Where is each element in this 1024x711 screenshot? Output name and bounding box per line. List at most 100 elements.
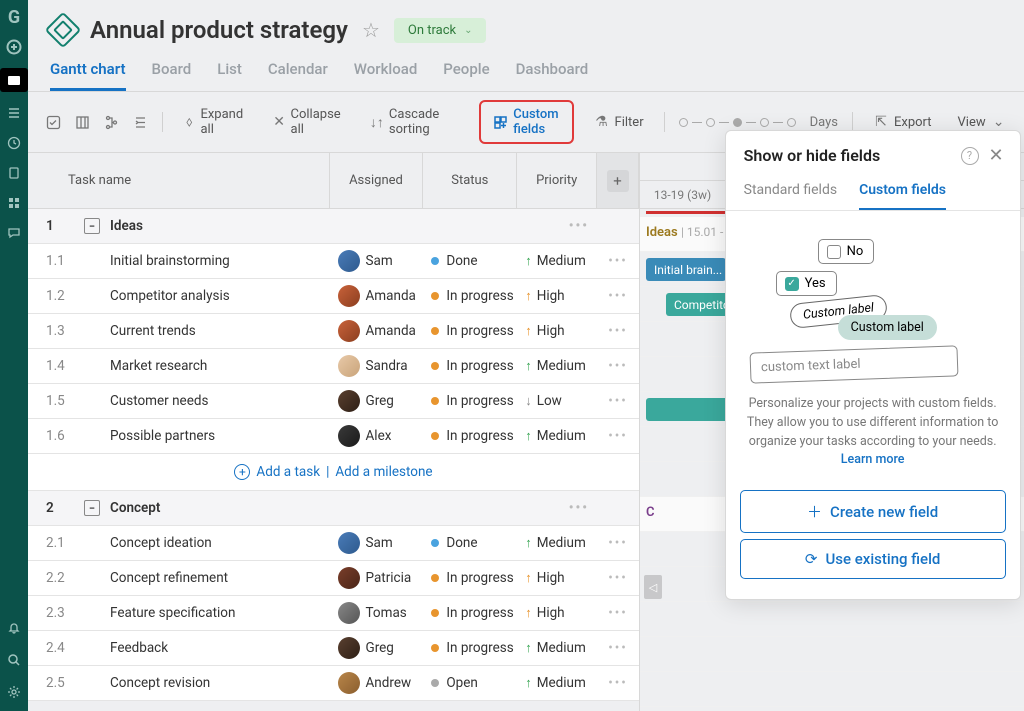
col-header-task[interactable]: Task name [28, 153, 330, 208]
status-cell[interactable]: Open [423, 675, 517, 691]
checkbox-icon[interactable] [46, 114, 61, 130]
priority-cell[interactable]: ↑Medium [517, 428, 597, 444]
row-menu-icon[interactable]: ••• [597, 428, 639, 444]
rail-bell-icon[interactable] [5, 619, 23, 637]
assigned-cell[interactable]: Amanda [330, 285, 424, 307]
status-cell[interactable]: In progress [423, 605, 517, 621]
row-menu-icon[interactable]: ••• [597, 323, 639, 339]
row-menu-icon[interactable]: ••• [597, 358, 639, 374]
rail-grid-icon[interactable] [5, 194, 23, 212]
task-row[interactable]: 1.5Customer needs Greg In progress ↓Low … [28, 384, 639, 419]
rail-chat-icon[interactable] [5, 224, 23, 242]
row-menu-icon[interactable]: ••• [597, 640, 639, 656]
priority-cell[interactable]: ↑Medium [517, 358, 597, 374]
star-icon[interactable]: ☆ [362, 18, 380, 42]
filter-button[interactable]: ⚗Filter [588, 110, 650, 134]
task-row[interactable]: 2.2Concept refinement Patricia In progre… [28, 561, 639, 596]
tab-custom-fields[interactable]: Custom fields [859, 176, 946, 210]
group-row[interactable]: 2−Concept••• [28, 491, 639, 526]
priority-cell[interactable]: ↓Low [517, 393, 597, 409]
rail-doc-icon[interactable] [5, 164, 23, 182]
assigned-cell[interactable]: Tomas [330, 602, 424, 624]
app-logo-icon[interactable]: G [5, 8, 23, 26]
collapse-icon[interactable]: − [84, 500, 100, 516]
assigned-cell[interactable]: Sandra [330, 355, 424, 377]
status-cell[interactable]: In progress [423, 640, 517, 656]
row-menu-icon[interactable]: ••• [597, 570, 639, 586]
row-menu-icon[interactable]: ••• [330, 500, 604, 516]
task-row[interactable]: 1.3Current trends Amanda In progress ↑Hi… [28, 314, 639, 349]
task-row[interactable]: 2.5Concept revision Andrew Open ↑Medium … [28, 666, 639, 701]
col-header-priority[interactable]: Priority [517, 153, 597, 208]
status-cell[interactable]: Done [423, 253, 517, 269]
assigned-cell[interactable]: Sam [330, 250, 424, 272]
status-cell[interactable]: In progress [423, 288, 517, 304]
task-row[interactable]: 1.2Competitor analysis Amanda In progres… [28, 279, 639, 314]
tab-workload[interactable]: Workload [354, 54, 418, 91]
task-row[interactable]: 2.3Feature specification Tomas In progre… [28, 596, 639, 631]
task-row[interactable]: 2.1Concept ideation Sam Done ↑Medium ••• [28, 526, 639, 561]
rail-list-icon[interactable] [5, 104, 23, 122]
indent-icon[interactable] [133, 114, 148, 130]
status-cell[interactable]: In progress [423, 428, 517, 444]
rail-settings-icon[interactable] [5, 683, 23, 701]
assigned-cell[interactable]: Sam [330, 532, 424, 554]
task-row[interactable]: 2.4Feedback Greg In progress ↑Medium ••• [28, 631, 639, 666]
status-cell[interactable]: In progress [423, 323, 517, 339]
row-menu-icon[interactable]: ••• [597, 393, 639, 409]
task-row[interactable]: 1.4Market research Sandra In progress ↑M… [28, 349, 639, 384]
project-status-pill[interactable]: On track ⌄ [394, 18, 487, 43]
expand-all-button[interactable]: ⬨Expand all [177, 103, 253, 141]
row-menu-icon[interactable]: ••• [597, 535, 639, 551]
assigned-cell[interactable]: Amanda [330, 320, 424, 342]
summary-bar[interactable] [646, 211, 736, 214]
task-row[interactable]: 1.6Possible partners Alex In progress ↑M… [28, 419, 639, 454]
rail-clock-icon[interactable] [5, 134, 23, 152]
tab-gantt[interactable]: Gantt chart [50, 54, 126, 91]
priority-cell[interactable]: ↑Medium [517, 535, 597, 551]
hierarchy-icon[interactable] [104, 114, 119, 130]
help-icon[interactable]: ? [961, 147, 979, 165]
assigned-cell[interactable]: Andrew [330, 672, 424, 694]
create-new-field-button[interactable]: ＋ Create new field [740, 490, 1006, 533]
row-menu-icon[interactable]: ••• [597, 253, 639, 269]
close-icon[interactable]: ✕ [989, 145, 1004, 166]
priority-cell[interactable]: ↑Medium [517, 675, 597, 691]
tab-standard-fields[interactable]: Standard fields [744, 176, 837, 210]
group-row[interactable]: 1−Ideas••• [28, 209, 639, 244]
row-menu-icon[interactable]: ••• [597, 288, 639, 304]
add-milestone-link[interactable]: Add a milestone [335, 464, 432, 480]
priority-cell[interactable]: ↑High [517, 570, 597, 586]
row-menu-icon[interactable]: ••• [597, 605, 639, 621]
rail-add-icon[interactable] [5, 38, 23, 56]
collapse-all-button[interactable]: ✕Collapse all [267, 103, 350, 141]
tab-board[interactable]: Board [152, 54, 192, 91]
status-cell[interactable]: Done [423, 535, 517, 551]
assigned-cell[interactable]: Greg [330, 637, 424, 659]
priority-cell[interactable]: ↑Medium [517, 253, 597, 269]
row-menu-icon[interactable]: ••• [330, 218, 604, 234]
columns-icon[interactable] [75, 114, 90, 130]
status-cell[interactable]: In progress [423, 393, 517, 409]
col-header-assigned[interactable]: Assigned [330, 153, 424, 208]
priority-cell[interactable]: ↑Medium [517, 640, 597, 656]
rail-search-icon[interactable] [5, 651, 23, 669]
task-row[interactable]: 1.1Initial brainstorming Sam Done ↑Mediu… [28, 244, 639, 279]
add-column-button[interactable]: + [597, 153, 639, 208]
priority-cell[interactable]: ↑High [517, 323, 597, 339]
zoom-slider[interactable] [679, 118, 796, 127]
col-header-status[interactable]: Status [423, 153, 517, 208]
status-cell[interactable]: In progress [423, 570, 517, 586]
add-task-link[interactable]: Add a task [256, 464, 320, 480]
priority-cell[interactable]: ↑High [517, 288, 597, 304]
assigned-cell[interactable]: Greg [330, 390, 424, 412]
status-cell[interactable]: In progress [423, 358, 517, 374]
priority-cell[interactable]: ↑High [517, 605, 597, 621]
tab-calendar[interactable]: Calendar [268, 54, 328, 91]
tab-list[interactable]: List [217, 54, 242, 91]
tab-people[interactable]: People [443, 54, 489, 91]
assigned-cell[interactable]: Alex [330, 425, 424, 447]
task-bar[interactable]: Initial brain... [646, 258, 726, 281]
assigned-cell[interactable]: Patricia [330, 567, 424, 589]
row-menu-icon[interactable]: ••• [597, 675, 639, 691]
